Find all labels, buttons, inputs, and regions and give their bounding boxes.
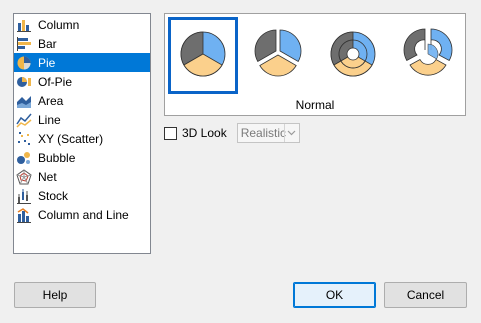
of-pie-chart-icon <box>16 74 32 90</box>
area-chart-icon <box>16 93 32 109</box>
look-style-select[interactable]: Realistic <box>236 123 300 143</box>
donut-exploded-icon <box>399 25 457 86</box>
chart-type-label: Column and Line <box>38 207 129 222</box>
chart-type-label: Stock <box>38 188 69 203</box>
look-style-value: Realistic <box>240 126 287 140</box>
chart-subtype-panel: Normal <box>164 13 466 116</box>
chart-type-label: XY (Scatter) <box>38 131 104 146</box>
chart-type-stock[interactable]: Stock <box>14 186 150 205</box>
pie-normal-icon <box>178 29 228 82</box>
chevron-down-icon <box>283 124 299 142</box>
chart-type-bubble[interactable]: Bubble <box>14 148 150 167</box>
line-chart-icon <box>16 112 32 128</box>
chart-type-label: Net <box>38 169 57 184</box>
chart-type-column[interactable]: Column <box>14 15 150 34</box>
cancel-button[interactable]: Cancel <box>384 282 467 308</box>
net-chart-icon <box>16 168 32 185</box>
chart-type-column-and-line[interactable]: Column and Line <box>14 205 150 224</box>
subtype-donut-exploded[interactable] <box>393 17 463 94</box>
chart-type-label: Line <box>38 112 61 127</box>
chart-type-label: Pie <box>38 55 56 70</box>
three-d-look-checkbox[interactable] <box>164 126 177 140</box>
pie-exploded-icon <box>251 27 305 84</box>
three-d-look-row: 3D Look Realistic <box>164 123 300 143</box>
chart-type-label: Column <box>38 17 80 32</box>
chart-type-label: Area <box>38 93 64 108</box>
chart-type-scatter[interactable]: XY (Scatter) <box>14 129 150 148</box>
chart-type-list[interactable]: Column Bar Pie Of-Pie Area Line XY (Scat… <box>13 13 151 254</box>
scatter-chart-icon <box>16 131 32 147</box>
chart-type-of-pie[interactable]: Of-Pie <box>14 72 150 91</box>
chart-type-bar[interactable]: Bar <box>14 34 150 53</box>
subtype-pie-exploded[interactable] <box>243 17 313 94</box>
chart-type-area[interactable]: Area <box>14 91 150 110</box>
chart-type-label: Bubble <box>38 150 76 165</box>
subtype-donut[interactable] <box>318 17 388 94</box>
three-d-look-label[interactable]: 3D Look <box>182 126 227 140</box>
chart-type-label: Of-Pie <box>38 74 73 89</box>
subtype-pie-normal[interactable] <box>168 17 238 94</box>
subtype-caption: Normal <box>295 98 335 112</box>
chart-type-line[interactable]: Line <box>14 110 150 129</box>
column-line-chart-icon <box>16 207 32 223</box>
help-button[interactable]: Help <box>14 282 96 308</box>
donut-icon <box>326 27 380 84</box>
column-chart-icon <box>16 17 32 33</box>
bar-chart-icon <box>16 36 32 52</box>
chart-type-label: Bar <box>38 36 57 51</box>
bubble-chart-icon <box>16 150 32 166</box>
stock-chart-icon <box>16 188 32 204</box>
chart-type-net[interactable]: Net <box>14 167 150 186</box>
chart-type-pie[interactable]: Pie <box>14 53 150 72</box>
ok-button[interactable]: OK <box>293 282 376 308</box>
pie-chart-icon <box>16 55 32 71</box>
